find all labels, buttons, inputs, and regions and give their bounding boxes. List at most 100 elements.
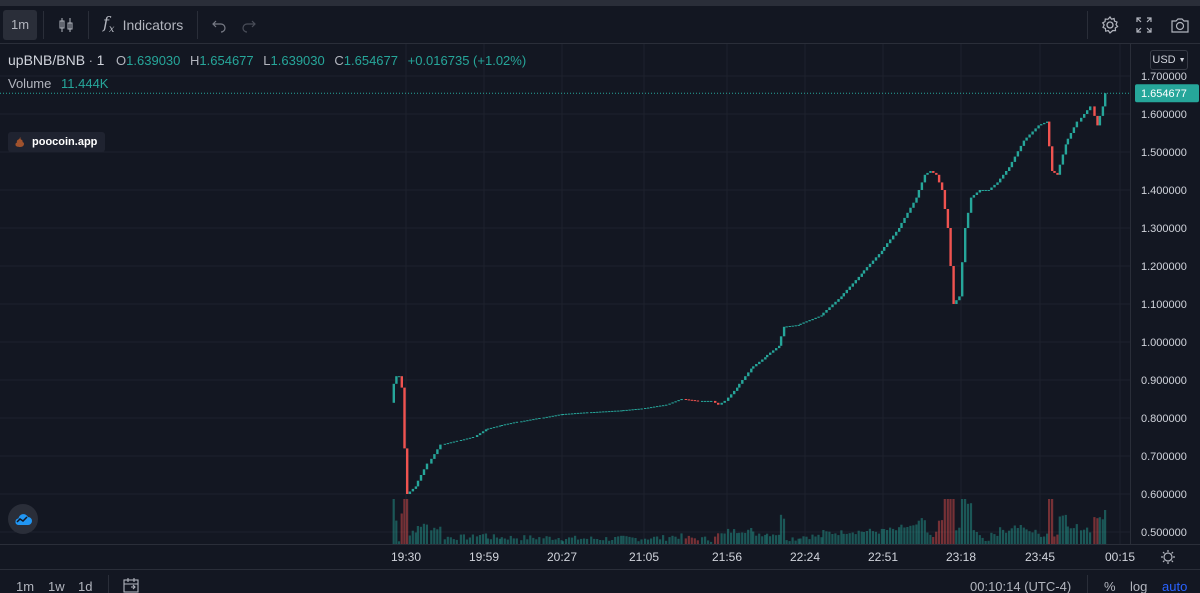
volume-bar	[395, 520, 398, 544]
volume-bar	[1025, 529, 1028, 544]
volume-bar	[1058, 516, 1061, 544]
candle	[647, 407, 650, 409]
currency-selector[interactable]: USD ▼	[1150, 50, 1188, 70]
candle	[842, 293, 845, 297]
candle	[966, 212, 970, 228]
volume-bar	[943, 499, 946, 544]
candle	[727, 397, 730, 401]
candle	[659, 405, 662, 407]
clock-readout[interactable]: 00:10:14 (UTC-4)	[970, 579, 1071, 593]
volume-bar	[1104, 510, 1107, 544]
candle	[665, 404, 668, 406]
price-tick-label: 1.500000	[1141, 147, 1187, 159]
date-range-button[interactable]	[122, 577, 140, 593]
volume-bar	[1072, 528, 1075, 544]
candle	[577, 412, 580, 414]
candle	[484, 429, 488, 432]
candle	[822, 312, 825, 316]
indicators-button[interactable]: fx Indicators	[95, 10, 191, 40]
volume-bar	[949, 499, 952, 544]
volume-bar	[400, 513, 403, 544]
candle	[526, 420, 529, 422]
volume-bar	[406, 499, 409, 544]
volume-bar	[978, 535, 981, 544]
poocoin-watermark: poocoin.app	[8, 132, 106, 152]
candle	[611, 410, 614, 412]
candle	[532, 419, 535, 421]
interval-button[interactable]: 1m	[3, 9, 37, 40]
volume-bar	[996, 535, 999, 544]
candle	[1013, 156, 1017, 162]
volume-bar	[975, 532, 978, 544]
price-axis[interactable]: 1.700000 1.600000 1.500000 1.400000 1.300000…	[1130, 44, 1200, 544]
toolbar-divider	[1087, 10, 1088, 39]
candle	[620, 410, 623, 412]
volume-bar	[568, 537, 571, 544]
candle	[1053, 171, 1056, 173]
chart-pane[interactable]	[0, 44, 1130, 544]
candle	[545, 416, 548, 418]
candle	[1061, 154, 1065, 165]
candle	[915, 197, 918, 203]
volume-bar	[831, 534, 834, 544]
volume-key: Volume	[8, 76, 52, 91]
price-tick-label: 1.100000	[1141, 299, 1187, 311]
candle	[395, 376, 398, 384]
time-tick-label: 22:51	[868, 550, 898, 564]
settings-button[interactable]	[1094, 10, 1126, 40]
candle	[671, 402, 674, 404]
range-1w-button[interactable]: 1w	[48, 579, 65, 593]
candle	[854, 280, 857, 284]
time-tick-label: 23:18	[946, 550, 976, 564]
candle	[571, 413, 574, 415]
range-1m-button[interactable]: 1m	[16, 579, 34, 593]
candle	[436, 449, 439, 455]
volume-bar	[926, 532, 929, 544]
candle	[761, 359, 764, 362]
candle	[622, 410, 625, 412]
volume-bar	[871, 531, 874, 544]
candle	[825, 310, 828, 313]
auto-scale-button[interactable]: auto	[1162, 579, 1187, 593]
volume-bar	[720, 533, 723, 544]
candle	[551, 415, 554, 417]
time-axis[interactable]: 19:30 19:59 20:27 21:05 21:56 22:24 22:51 23:18…	[0, 544, 1200, 569]
volume-bar	[961, 499, 964, 544]
volume-bar	[436, 529, 439, 544]
volume-bar	[484, 533, 488, 544]
volume-bar	[1019, 525, 1022, 544]
tradingview-logo[interactable]	[8, 504, 38, 534]
candle	[481, 431, 485, 434]
volume-bar	[814, 536, 817, 544]
volume-bar	[775, 535, 778, 544]
symbol-interval: 1	[96, 52, 105, 68]
volume-bar	[741, 532, 744, 544]
undo-button[interactable]	[204, 10, 234, 40]
axis-settings-icon[interactable]	[1161, 550, 1175, 564]
fullscreen-button[interactable]	[1126, 10, 1162, 40]
high-key: H	[190, 53, 200, 68]
redo-button[interactable]	[234, 10, 264, 40]
candle	[987, 190, 990, 191]
undo-icon	[212, 20, 226, 33]
log-scale-button[interactable]: log	[1130, 579, 1147, 593]
candle	[755, 364, 758, 367]
chart-type-button[interactable]	[50, 10, 82, 40]
candle	[817, 316, 820, 318]
volume-bar	[668, 537, 671, 544]
volume-bar	[900, 524, 903, 544]
volume-bar	[1008, 530, 1011, 544]
candle	[1028, 134, 1031, 138]
screenshot-button[interactable]	[1162, 10, 1198, 40]
range-1d-button[interactable]: 1d	[78, 579, 92, 593]
percent-scale-button[interactable]: %	[1104, 579, 1116, 593]
symbol-name[interactable]: upBNB/BNB	[8, 52, 85, 68]
candle	[506, 423, 510, 425]
candle	[1040, 124, 1043, 126]
candle	[1066, 138, 1070, 145]
candle	[999, 178, 1002, 183]
volume-bar	[1043, 536, 1046, 544]
volume-bar	[755, 535, 758, 544]
candle	[1086, 110, 1089, 114]
candle	[693, 400, 697, 402]
